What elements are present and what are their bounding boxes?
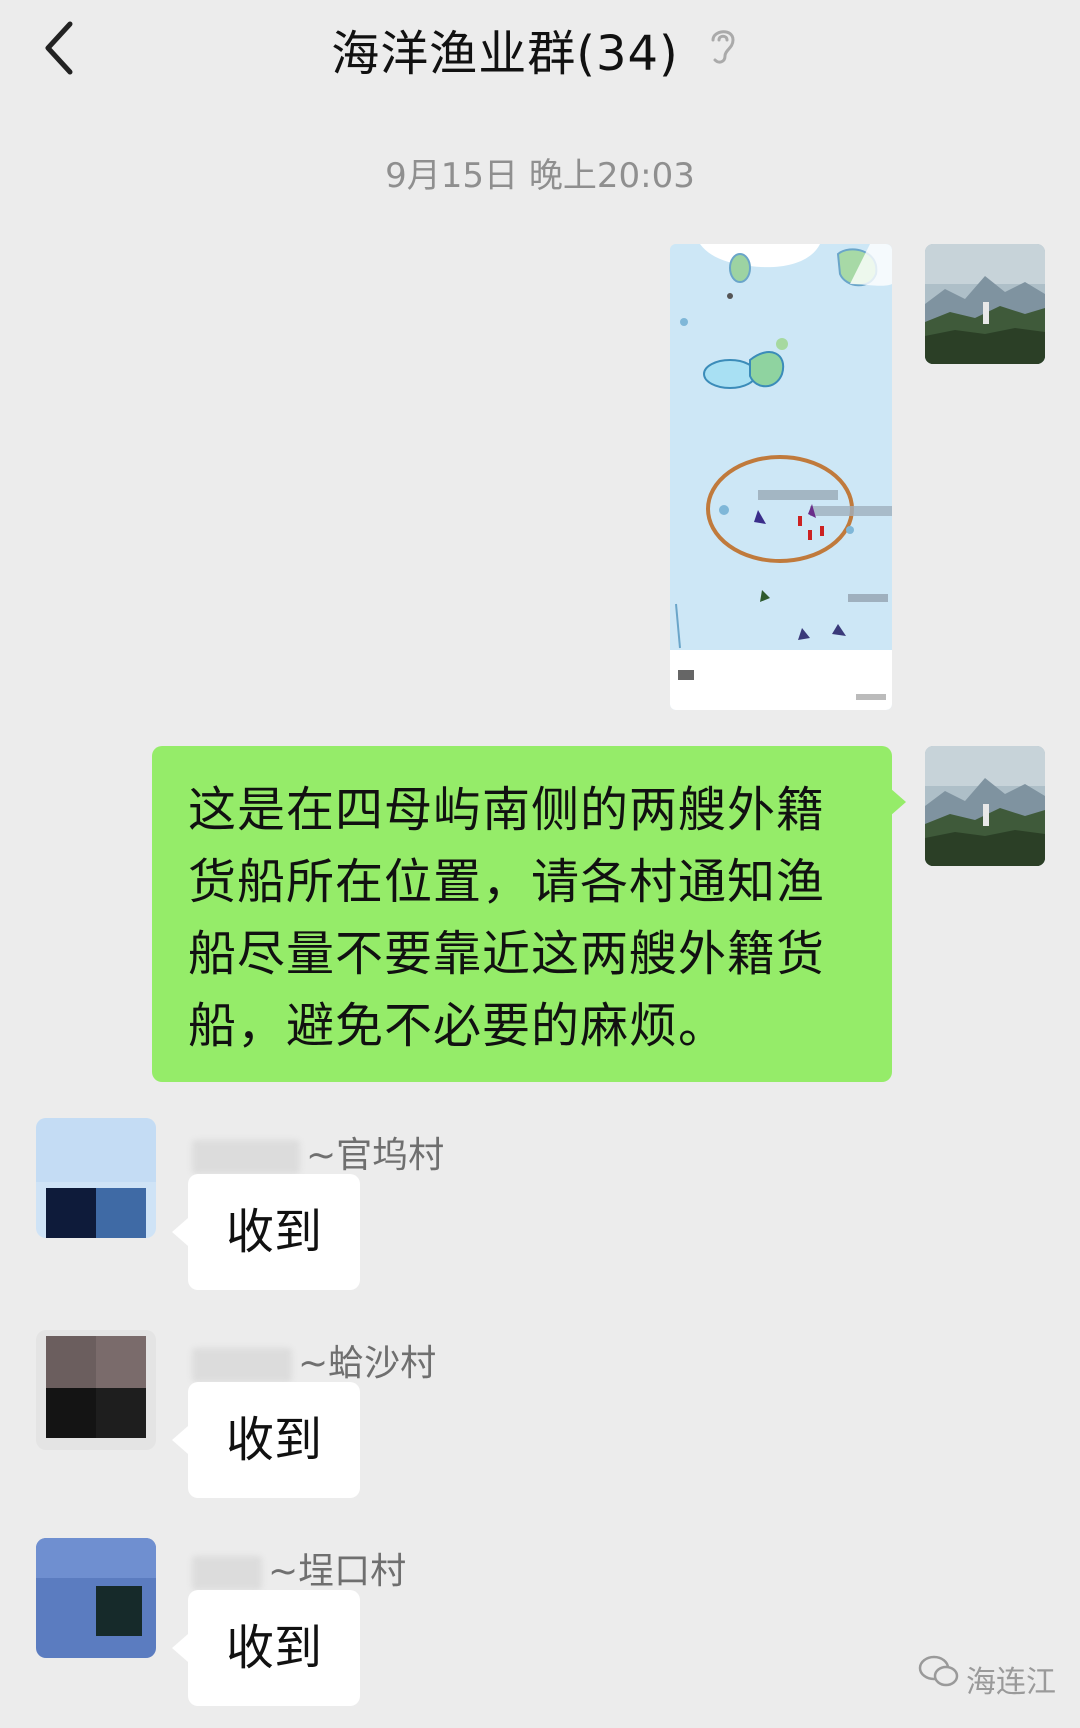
- chat-title: 海洋渔业群(34): [331, 26, 679, 82]
- sender-village: ~蛤沙村: [298, 1343, 437, 1384]
- bubble-tail: [172, 1634, 188, 1662]
- sender-name: ~官坞村: [192, 1126, 444, 1178]
- sender-name: ~埕口村: [192, 1542, 406, 1594]
- sender-village: ~埕口村: [268, 1551, 407, 1592]
- sender-name: ~蛤沙村: [192, 1334, 436, 1386]
- sender-village: ~官坞村: [306, 1135, 445, 1176]
- avatar[interactable]: [36, 1118, 156, 1238]
- message-timestamp: 9月15日 晚上20:03: [385, 156, 695, 196]
- message-text: 这是在四母屿南侧的两艘外籍货船所在位置，请各村通知渔船尽量不要靠近这两艘外籍货船…: [188, 782, 826, 1054]
- ear-icon: [705, 22, 739, 68]
- wechat-logo-icon: [918, 1654, 960, 1690]
- avatar[interactable]: [925, 244, 1045, 364]
- watermark-text: 海连江: [966, 1665, 1056, 1700]
- avatar[interactable]: [36, 1538, 156, 1658]
- message-text: 收到: [225, 1620, 322, 1676]
- avatar[interactable]: [36, 1330, 156, 1450]
- map-image-message[interactable]: [670, 244, 892, 710]
- bubble-tail: [890, 788, 906, 816]
- avatar[interactable]: [925, 746, 1045, 866]
- message-text: 收到: [225, 1412, 322, 1468]
- incoming-message-bubble[interactable]: 收到: [188, 1174, 360, 1290]
- bubble-tail: [172, 1218, 188, 1246]
- incoming-message-bubble[interactable]: 收到: [188, 1382, 360, 1498]
- incoming-message-bubble[interactable]: 收到: [188, 1590, 360, 1706]
- message-text: 收到: [225, 1204, 322, 1260]
- bubble-tail: [172, 1426, 188, 1454]
- outgoing-message-bubble[interactable]: 这是在四母屿南侧的两艘外籍货船所在位置，请各村通知渔船尽量不要靠近这两艘外籍货船…: [152, 746, 892, 1082]
